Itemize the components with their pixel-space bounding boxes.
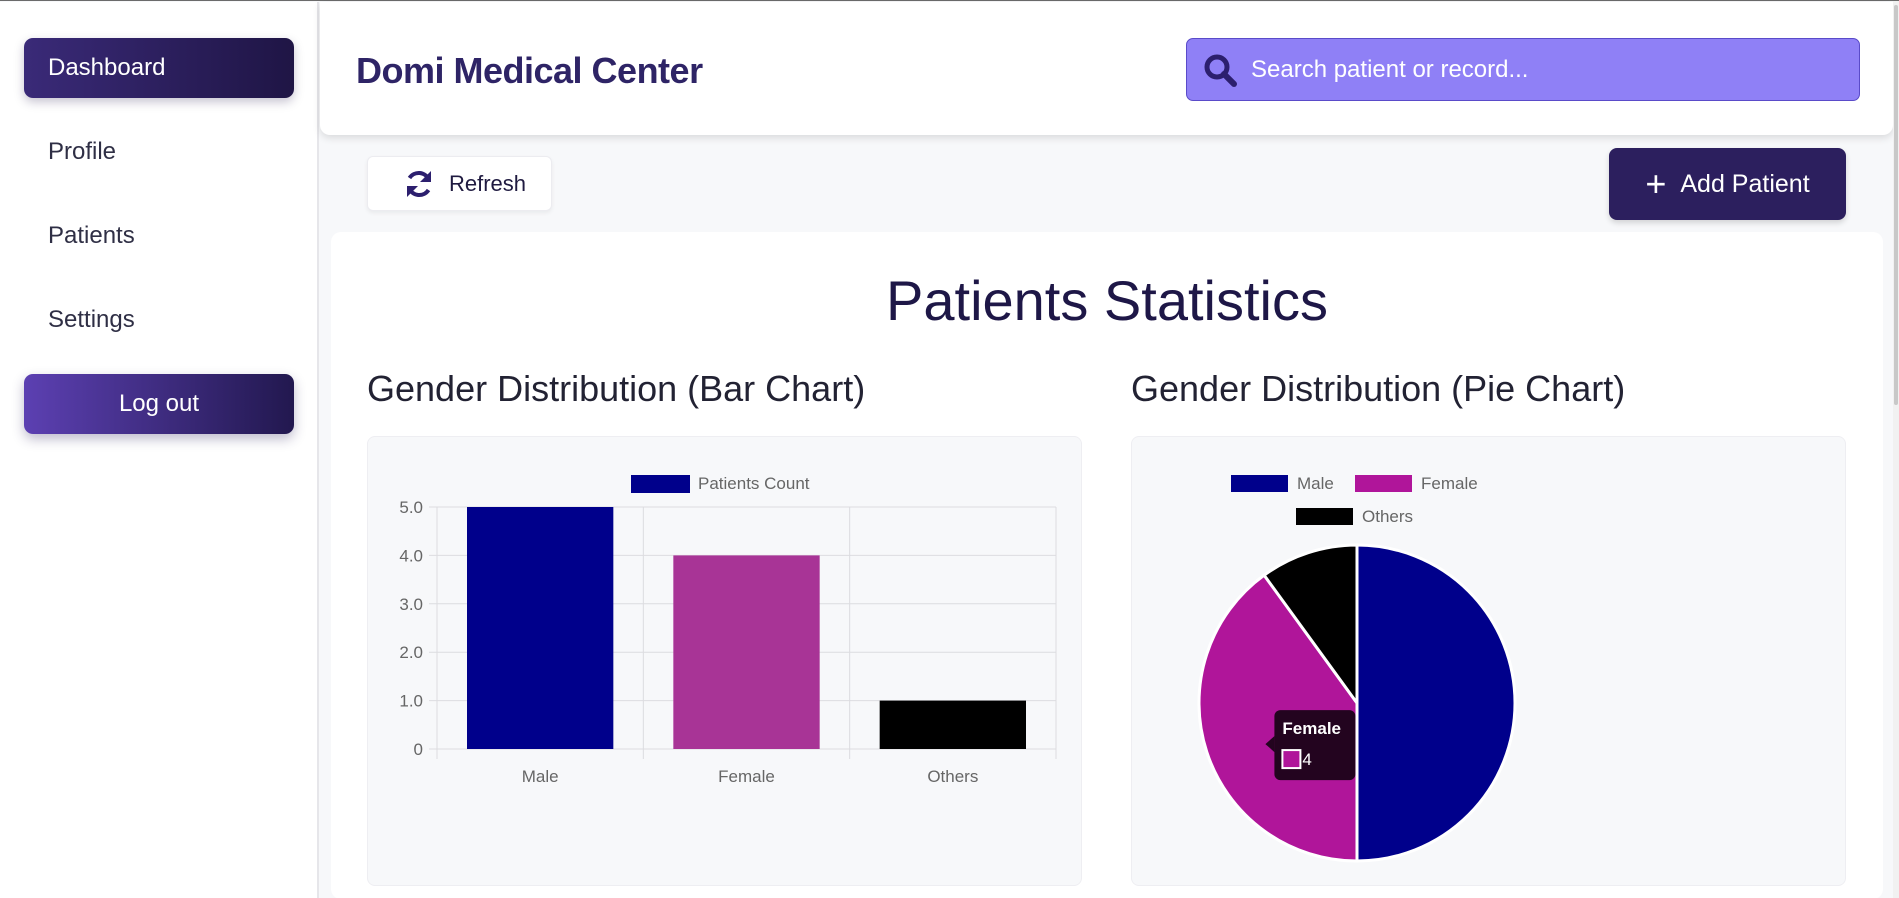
add-patient-button[interactable]: + Add Patient [1609, 148, 1846, 220]
x-tick-label: Others [927, 767, 978, 786]
y-tick-label: 2.0 [399, 643, 423, 662]
bar-others [879, 700, 1026, 749]
bar-chart: Patients Count 0 1.0 2.0 3.0 4.0 5.0 Male Female… [399, 474, 1057, 786]
tooltip-swatch [1281, 749, 1302, 770]
brand-title: Domi Medical Center [356, 50, 703, 91]
logout-button[interactable]: Log out [24, 374, 294, 434]
y-tick-label: 4.0 [399, 546, 423, 565]
x-tick-label: Female [718, 767, 775, 786]
tooltip-value: 4 [1302, 750, 1311, 769]
legend-swatch-others [1296, 508, 1353, 525]
legend-label-others: Others [1362, 507, 1413, 526]
statistics-card: Patients Statistics Gender Distribution … [331, 232, 1883, 898]
plus-icon: + [1645, 163, 1667, 204]
pie-slice-male [1355, 543, 1517, 863]
sidebar-item-profile[interactable]: Profile [24, 122, 294, 182]
legend-swatch-patients-count [631, 475, 690, 493]
legend-swatch-male [1231, 475, 1288, 492]
y-tick-label: 5.0 [399, 498, 423, 517]
x-tick-label: Male [522, 767, 559, 786]
bar-male [467, 507, 614, 749]
bar-chart-container: Patients Count 0 1.0 2.0 3.0 4.0 5.0 Male Female… [367, 436, 1082, 886]
sidebar-item-settings[interactable]: Settings [24, 290, 294, 350]
pie-tooltip: Female 4 [1265, 710, 1356, 781]
pie-chart-title: Gender Distribution (Pie Chart) [1131, 368, 1626, 409]
sidebar-item-dashboard[interactable]: Dashboard [24, 38, 294, 98]
bar-female [673, 555, 820, 749]
pie-chart: Male Female Others Female 4 [1197, 474, 1517, 863]
sidebar-item-patients[interactable]: Patients [24, 206, 294, 266]
search-box[interactable] [1186, 38, 1860, 101]
pie-legend: Male Female Others [1231, 474, 1478, 526]
sidebar: Dashboard Profile Patients Settings Log … [0, 2, 319, 898]
refresh-button[interactable]: Refresh [367, 156, 552, 211]
bar-chart-title: Gender Distribution (Bar Chart) [367, 368, 866, 409]
page-title: Patients Statistics [886, 269, 1328, 332]
refresh-icon [407, 170, 431, 197]
refresh-label: Refresh [449, 170, 527, 196]
header: Domi Medical Center [320, 2, 1893, 135]
y-tick-label: 0 [414, 740, 423, 759]
legend-label-male: Male [1297, 474, 1334, 493]
tooltip-title: Female [1282, 719, 1341, 738]
scrollbar-thumb[interactable] [1894, 5, 1898, 405]
y-tick-label: 3.0 [399, 595, 423, 614]
add-patient-label: Add Patient [1680, 169, 1810, 198]
y-tick-label: 1.0 [399, 692, 423, 711]
pie-chart-container: Male Female Others Female 4 [1131, 436, 1846, 886]
legend-label-female: Female [1421, 474, 1478, 493]
legend-swatch-female [1355, 475, 1412, 492]
bar-legend: Patients Count [631, 474, 810, 493]
search-input[interactable] [1251, 55, 1831, 84]
search-icon [1204, 54, 1237, 87]
legend-label-patients-count: Patients Count [698, 474, 810, 493]
